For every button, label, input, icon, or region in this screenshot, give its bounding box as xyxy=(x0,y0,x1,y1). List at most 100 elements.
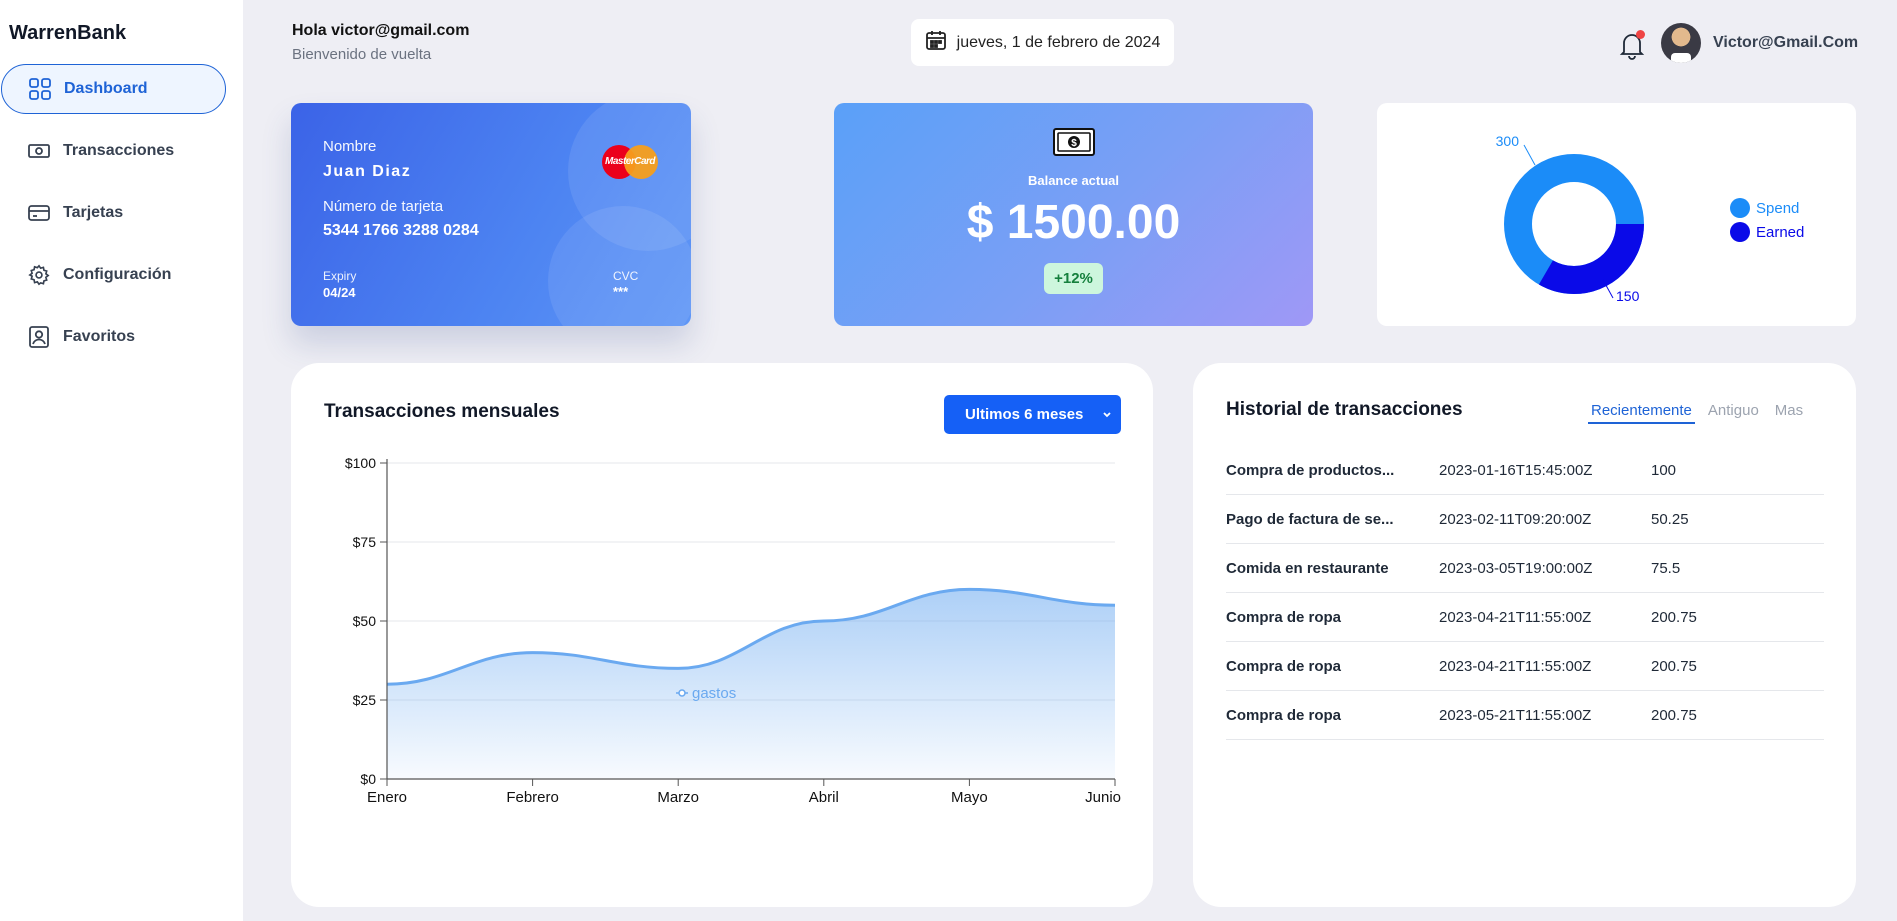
chart-y-tick-label: $25 xyxy=(353,692,377,708)
tab-recientemente[interactable]: Recientemente xyxy=(1588,402,1695,424)
balance-label: Balance actual xyxy=(1027,173,1120,188)
chart-x-tick-label: Marzo xyxy=(657,789,699,806)
sidebar-item-label: Configuración xyxy=(63,266,172,283)
cash-icon xyxy=(27,139,51,163)
card-name-label: Nombre xyxy=(323,138,377,155)
sidebar: WarrenBank Dashboard Transacciones Tarje… xyxy=(0,0,243,921)
gear-icon xyxy=(27,263,51,287)
transaction-amount: 200.75 xyxy=(1651,608,1697,626)
chart-x-tick-label: Abril xyxy=(809,789,839,806)
chart-x-tick-label: Junio xyxy=(1085,789,1121,806)
legend-label: Earned xyxy=(1756,223,1805,241)
transaction-date: 2023-05-21T11:55:00Z xyxy=(1439,706,1592,724)
sidebar-item-tarjetas[interactable]: Tarjetas xyxy=(1,188,226,238)
legend-swatch xyxy=(1730,198,1750,218)
transaction-amount: 75.5 xyxy=(1651,559,1681,577)
chart-area-fill xyxy=(387,589,1115,779)
profile-icon xyxy=(27,325,51,349)
card-number: 5344 1766 3288 0284 xyxy=(323,222,479,239)
chart-y-tick-label: $100 xyxy=(345,455,376,471)
transaction-date: 2023-03-05T19:00:00Z xyxy=(1439,559,1593,577)
chart-y-tick-label: $75 xyxy=(353,534,377,550)
mastercard-logo-text: MasterCard xyxy=(604,156,656,167)
table-row[interactable]: Compra de ropa 2023-04-21T11:55:00Z 200.… xyxy=(1226,593,1824,642)
panel-title: Historial de transacciones xyxy=(1226,399,1463,420)
notification-dot xyxy=(1636,30,1645,39)
table-row[interactable]: Comida en restaurante 2023-03-05T19:00:0… xyxy=(1226,544,1824,593)
tab-mas[interactable]: Mas xyxy=(1772,402,1806,424)
legend-item-spend[interactable]: Spend xyxy=(1730,198,1799,218)
donut-chart-card: 300 150 Spend Earned xyxy=(1377,103,1856,326)
sidebar-item-transacciones[interactable]: Transacciones xyxy=(1,126,226,176)
transaction-description: Compra de ropa xyxy=(1226,657,1342,675)
legend-point-marker xyxy=(678,689,686,697)
donut-label-spend: 300 xyxy=(1496,133,1520,149)
transaction-description: Compra de productos... xyxy=(1226,461,1395,479)
sidebar-item-configuracion[interactable]: Configuración xyxy=(1,250,226,300)
sidebar-item-label: Dashboard xyxy=(64,80,148,97)
card-expiry: 04/24 xyxy=(323,285,356,300)
chart-x-tick-label: Enero xyxy=(367,789,407,806)
card-icon xyxy=(27,201,51,225)
money-icon: $ xyxy=(1053,128,1095,161)
transaction-date: 2023-01-16T15:45:00Z xyxy=(1439,461,1593,479)
sidebar-nav: Dashboard Transacciones Tarjetas Configu… xyxy=(0,64,243,374)
card-number-label: Número de tarjeta xyxy=(323,198,444,215)
donut-label-leader-spend xyxy=(1523,144,1536,166)
legend-swatch xyxy=(1730,222,1750,242)
legend-label-gastos: gastos xyxy=(692,685,736,702)
transaction-date: 2023-04-21T11:55:00Z xyxy=(1439,608,1592,626)
chart-x-tick-label: Mayo xyxy=(951,789,988,806)
card-decoration xyxy=(548,206,691,326)
date-text: jueves, 1 de febrero de 2024 xyxy=(956,33,1161,51)
table-row[interactable]: Compra de productos... 2023-01-16T15:45:… xyxy=(1226,446,1824,495)
transaction-amount: 100 xyxy=(1651,461,1677,479)
greeting-title: Hola victor@gmail.com xyxy=(292,22,470,39)
card-cvc-label: CVC xyxy=(613,269,639,283)
chart-x-tick-label: Febrero xyxy=(506,789,559,806)
legend-item-earned[interactable]: Earned xyxy=(1730,222,1804,242)
tab-antiguo[interactable]: Antiguo xyxy=(1705,402,1762,424)
table-row[interactable]: Compra de ropa 2023-05-21T11:55:00Z 200.… xyxy=(1226,691,1824,740)
transaction-amount: 200.75 xyxy=(1651,706,1697,724)
transaction-date: 2023-04-21T11:55:00Z xyxy=(1439,657,1592,675)
sidebar-item-label: Tarjetas xyxy=(63,204,124,221)
sidebar-item-favoritos[interactable]: Favoritos xyxy=(1,312,226,362)
sidebar-item-dashboard[interactable]: Dashboard xyxy=(1,64,226,114)
avatar[interactable] xyxy=(1661,23,1701,63)
transaction-amount: 200.75 xyxy=(1651,657,1697,675)
donut-label-earned: 150 xyxy=(1616,288,1640,304)
mastercard-logo: MasterCard xyxy=(602,145,658,179)
grid-icon xyxy=(28,77,52,101)
credit-card[interactable]: Nombre Juan Diaz Número de tarjeta 5344 … xyxy=(291,103,691,326)
transaction-description: Compra de ropa xyxy=(1226,608,1342,626)
card-expiry-label: Expiry xyxy=(323,269,357,283)
svg-text:$: $ xyxy=(1071,138,1077,149)
transaction-description: Comida en restaurante xyxy=(1226,559,1389,577)
transaction-date: 2023-02-11T09:20:00Z xyxy=(1439,510,1592,528)
date-display[interactable]: jueves, 1 de febrero de 2024 xyxy=(911,19,1174,66)
balance-card: $ Balance actual $ 1500.00 +12% xyxy=(834,103,1313,326)
brand-logo: WarrenBank xyxy=(9,22,127,44)
transaction-history-panel: Historial de transacciones Recientemente… xyxy=(1193,363,1856,907)
table-row[interactable]: Pago de factura de se... 2023-02-11T09:2… xyxy=(1226,495,1824,544)
greeting: Hola victor@gmail.com Bienvenido de vuel… xyxy=(292,22,469,63)
monthly-transactions-panel: Transacciones mensuales Ultimos 6 meses … xyxy=(291,363,1153,907)
monthly-area-chart: $0 $25 $50 $75 $100 Enero Febrero Marzo Abril May… xyxy=(345,455,1121,806)
calendar-icon xyxy=(925,29,947,56)
history-tabs: Recientemente Antiguo Mas xyxy=(1588,402,1816,424)
sidebar-item-label: Favoritos xyxy=(63,328,136,345)
username[interactable]: Victor@Gmail.Com xyxy=(1713,34,1858,52)
greeting-subtitle: Bienvenido de vuelta xyxy=(292,46,432,63)
chart-y-tick-label: $0 xyxy=(360,771,376,787)
transaction-description: Compra de ropa xyxy=(1226,706,1342,724)
transaction-list: Compra de productos... 2023-01-16T15:45:… xyxy=(1226,446,1824,740)
transaction-description: Pago de factura de se... xyxy=(1226,510,1394,528)
table-row[interactable]: Compra de ropa 2023-04-21T11:55:00Z 200.… xyxy=(1226,642,1824,691)
balance-value: $ 1500.00 xyxy=(966,196,1181,249)
balance-change-badge: +12% xyxy=(1044,263,1103,294)
legend-label: Spend xyxy=(1756,199,1800,217)
sidebar-item-label: Transacciones xyxy=(63,142,175,159)
notification-bell-icon[interactable] xyxy=(1619,30,1645,60)
transaction-amount: 50.25 xyxy=(1651,510,1689,528)
